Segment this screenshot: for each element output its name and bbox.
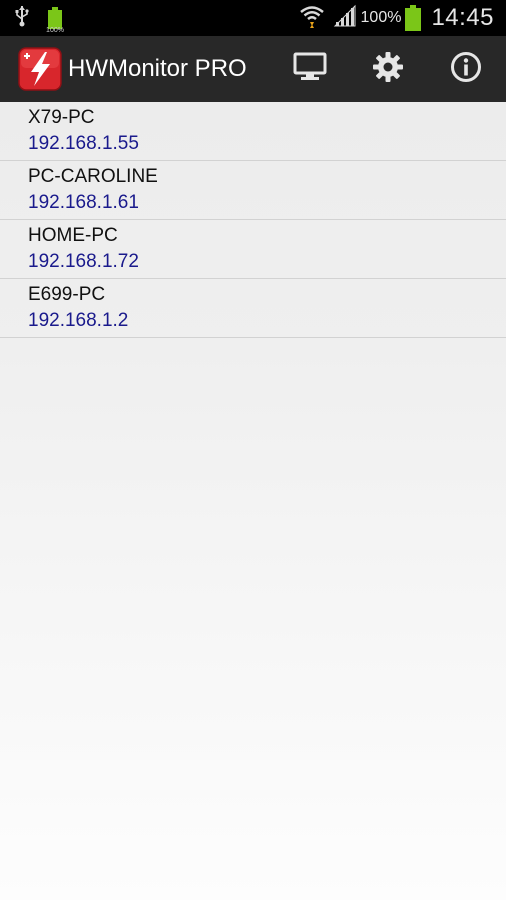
device-name: X79-PC bbox=[28, 107, 95, 128]
device-ip: 192.168.1.72 bbox=[28, 251, 139, 272]
device-ip: 192.168.1.61 bbox=[28, 192, 139, 213]
list-item[interactable]: X79-PC 192.168.1.55 bbox=[0, 102, 506, 161]
monitor-button[interactable] bbox=[288, 49, 332, 89]
cell-signal-icon bbox=[333, 4, 357, 33]
device-ip: 192.168.1.55 bbox=[28, 133, 139, 154]
info-button[interactable] bbox=[444, 49, 488, 89]
status-bar: 100% 100% 14:45 bbox=[0, 0, 506, 36]
battery-icon bbox=[405, 5, 422, 31]
status-left-icons: 100% bbox=[14, 5, 64, 34]
battery-icon: 100% bbox=[46, 7, 64, 34]
app-title: HWMonitor PRO bbox=[68, 55, 247, 82]
small-battery-percent: 100% bbox=[46, 27, 64, 34]
device-list: X79-PC 192.168.1.55 PC-CAROLINE 192.168.… bbox=[0, 102, 506, 338]
status-right-icons: 100% 14:45 bbox=[299, 0, 494, 36]
list-item[interactable]: E699-PC 192.168.1.2 bbox=[0, 279, 506, 338]
device-name: E699-PC bbox=[28, 284, 106, 305]
list-item[interactable]: HOME-PC 192.168.1.72 bbox=[0, 220, 506, 279]
device-name: HOME-PC bbox=[28, 225, 118, 246]
usb-icon bbox=[14, 5, 30, 32]
device-ip: 192.168.1.2 bbox=[28, 310, 129, 331]
wifi-icon bbox=[299, 3, 325, 34]
list-item[interactable]: PC-CAROLINE 192.168.1.61 bbox=[0, 161, 506, 220]
settings-button[interactable] bbox=[366, 49, 410, 89]
gear-icon bbox=[372, 51, 404, 88]
device-name: PC-CAROLINE bbox=[28, 166, 158, 187]
monitor-icon bbox=[293, 52, 327, 87]
action-bar: HWMonitor PRO bbox=[0, 36, 506, 102]
app-logo-icon[interactable] bbox=[18, 47, 62, 91]
info-icon bbox=[450, 51, 482, 88]
clock: 14:45 bbox=[431, 4, 494, 31]
signal-percent: 100% bbox=[360, 9, 402, 26]
